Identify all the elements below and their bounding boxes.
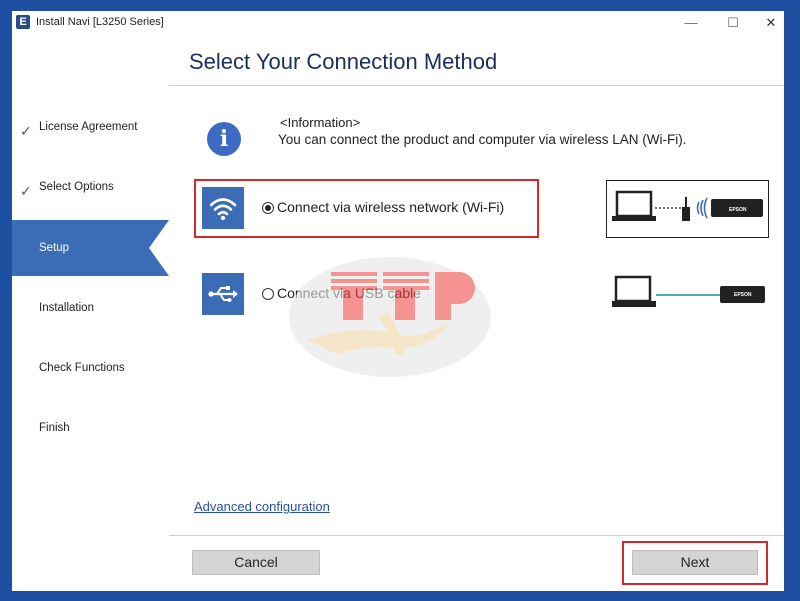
- next-highlight-box: [622, 541, 768, 585]
- step-finish: Finish: [12, 400, 169, 456]
- close-button[interactable]: ✕: [756, 13, 784, 32]
- minimize-button[interactable]: —: [676, 13, 706, 32]
- page-title: Select Your Connection Method: [189, 49, 498, 74]
- active-step-notch: [149, 220, 169, 276]
- step-installation: Installation: [12, 280, 169, 336]
- step-label: Check Functions: [39, 362, 125, 374]
- checkmark-icon: ✓: [20, 183, 32, 199]
- usb-radio[interactable]: [262, 288, 274, 300]
- wifi-connection-diagram: EPSON: [606, 180, 769, 238]
- info-heading: <Information>: [280, 115, 361, 130]
- printer-brand-label: EPSON: [729, 207, 747, 213]
- usb-connection-diagram: EPSON: [612, 273, 769, 319]
- step-check-functions: Check Functions: [12, 340, 169, 396]
- watermark-logo: [287, 254, 493, 380]
- cancel-button[interactable]: Cancel: [192, 550, 320, 575]
- steps-sidebar: ✓ License Agreement ✓ Select Options Set…: [12, 34, 169, 591]
- wifi-highlight-box: [194, 179, 539, 238]
- checkmark-icon: ✓: [20, 123, 32, 139]
- title-divider: [169, 85, 784, 86]
- usb-icon: [202, 273, 244, 315]
- info-text: You can connect the product and computer…: [278, 132, 687, 147]
- title-bar: E Install Navi [L3250 Series] — ☐ ✕: [12, 11, 784, 34]
- info-icon: i: [207, 122, 241, 156]
- step-label: License Agreement: [39, 121, 138, 133]
- step-label: Select Options: [39, 181, 114, 193]
- step-label: Setup: [39, 242, 70, 254]
- step-label: Finish: [39, 422, 70, 434]
- window-title: Install Navi [L3250 Series]: [36, 16, 164, 28]
- printer-brand-label: EPSON: [734, 292, 752, 298]
- advanced-configuration-link[interactable]: Advanced configuration: [194, 499, 330, 514]
- step-label: Installation: [39, 302, 94, 314]
- maximize-button[interactable]: ☐: [718, 13, 748, 32]
- step-select-options: ✓ Select Options: [12, 159, 169, 215]
- app-icon: E: [16, 15, 30, 29]
- installer-window: E Install Navi [L3250 Series] — ☐ ✕ ✓ Li…: [12, 11, 784, 591]
- step-setup: Setup: [12, 220, 169, 276]
- footer-divider: [169, 535, 784, 536]
- step-license-agreement: ✓ License Agreement: [12, 99, 169, 155]
